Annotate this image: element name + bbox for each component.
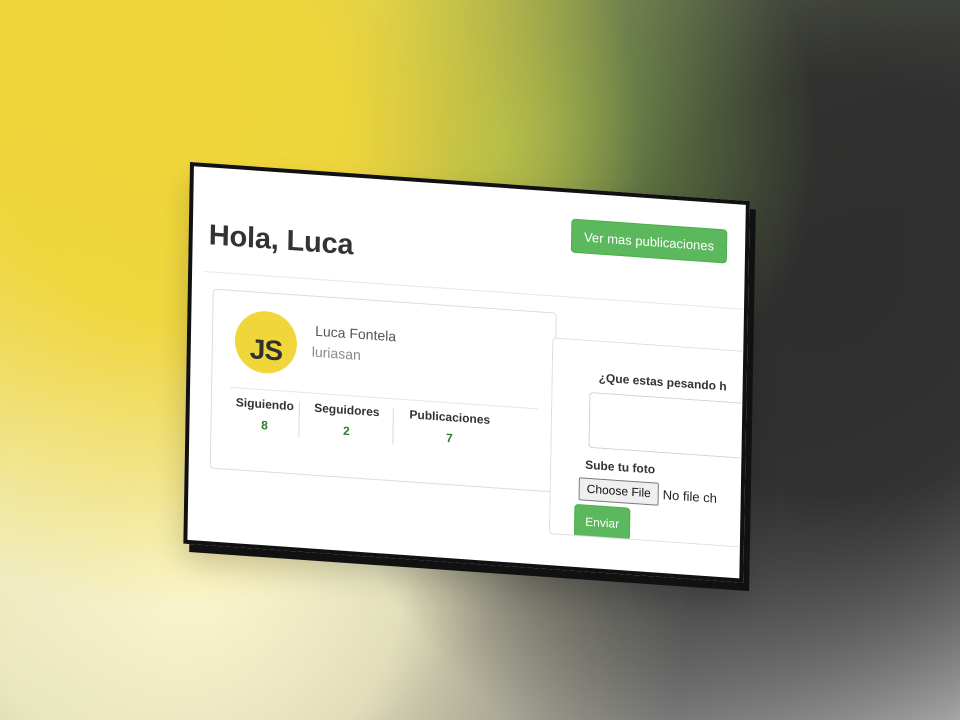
page-title: Hola, Luca: [208, 219, 354, 262]
stat-following: Siguiendo 8: [229, 395, 300, 435]
photo-upload-label: Sube tu foto: [585, 457, 656, 477]
view-more-posts-button[interactable]: Ver mas publicaciones: [570, 218, 728, 264]
stat-posts-label: Publicaciones: [409, 407, 491, 427]
choose-file-button[interactable]: Choose File: [578, 477, 659, 506]
submit-post-button[interactable]: Enviar: [573, 503, 631, 541]
avatar-text: JS: [249, 333, 283, 367]
stat-following-value: 8: [261, 418, 268, 433]
profile-panel: JS Luca Fontela luriasan Siguiendo 8 Seg…: [209, 288, 557, 493]
profile-username: luriasan: [311, 343, 361, 363]
screenshot-scene: Ver mas publicaciones Hola, Luca JS Luca…: [0, 0, 960, 720]
profile-stats: Siguiendo 8 Seguidores 2 Publicaciones 7: [229, 395, 538, 451]
stat-posts-value: 7: [445, 430, 453, 446]
stat-following-label: Siguiendo: [235, 395, 294, 414]
post-composer-panel: ¿Que estas pesando h Sube tu foto Choose…: [548, 337, 743, 548]
file-status-text: No file ch: [662, 487, 718, 506]
js-logo-icon: JS: [234, 309, 298, 376]
profile-name: Luca Fontela: [315, 322, 397, 345]
stat-followers: Seguidores 2: [299, 400, 394, 442]
post-textarea[interactable]: [588, 391, 743, 460]
app-card: Ver mas publicaciones Hola, Luca JS Luca…: [183, 162, 750, 583]
post-prompt-label: ¿Que estas pesando h: [598, 370, 727, 394]
browser-card-wrapper: Ver mas publicaciones Hola, Luca JS Luca…: [183, 162, 750, 583]
stat-followers-label: Seguidores: [314, 400, 380, 420]
stat-posts: Publicaciones 7: [393, 406, 506, 449]
stat-followers-value: 2: [343, 423, 350, 439]
